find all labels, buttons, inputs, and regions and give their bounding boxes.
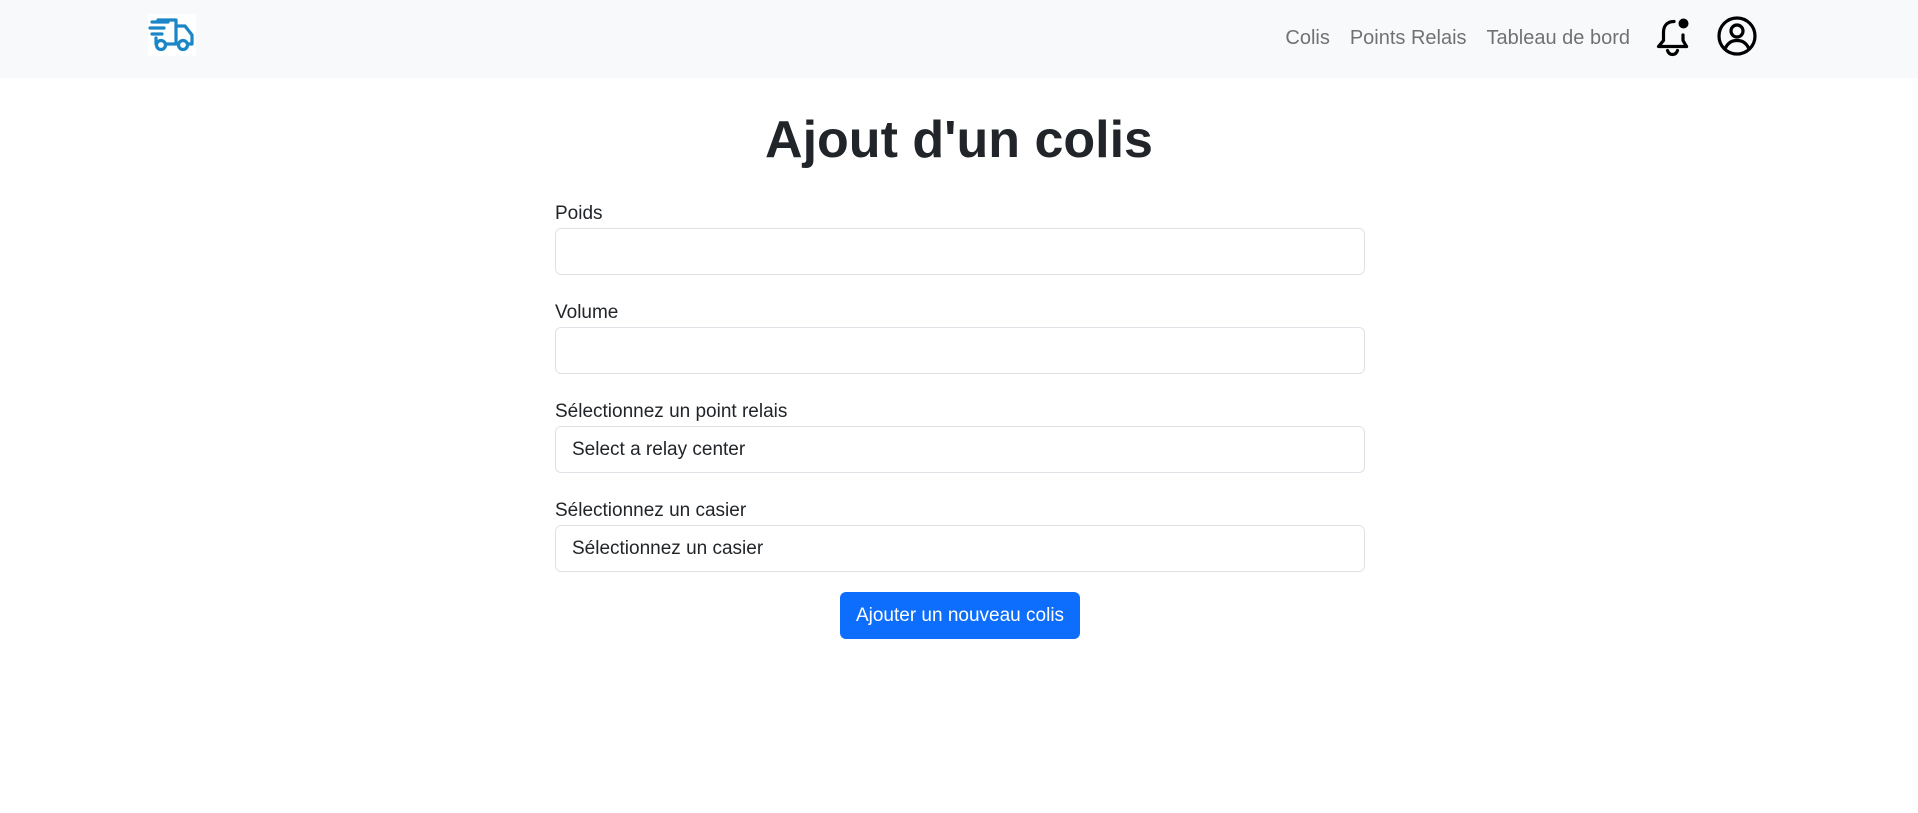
user-circle-icon: [1717, 16, 1757, 56]
volume-input[interactable]: [555, 327, 1365, 374]
delivery-truck-icon: [148, 14, 196, 56]
weight-field-group: Poids: [555, 200, 1365, 275]
notification-button[interactable]: [1654, 15, 1692, 57]
locker-field-group: Sélectionnez un casier Sélectionnez un c…: [555, 497, 1365, 572]
volume-label: Volume: [555, 302, 619, 323]
bell-notification-icon: [1656, 18, 1689, 57]
nav-link-tableau-de-bord[interactable]: Tableau de bord: [1487, 28, 1630, 48]
relay-label: Sélectionnez un point relais: [555, 401, 788, 422]
nav-links: Colis Points Relais Tableau de bord: [1285, 0, 1630, 75]
locker-label: Sélectionnez un casier: [555, 500, 747, 521]
volume-field-group: Volume: [555, 299, 1365, 374]
brand-logo[interactable]: [148, 14, 196, 56]
nav-link-colis[interactable]: Colis: [1285, 28, 1329, 48]
relay-select[interactable]: Select a relay center: [555, 426, 1365, 473]
weight-input[interactable]: [555, 228, 1365, 275]
add-parcel-form: Poids Volume Sélectionnez un point relai…: [555, 200, 1365, 639]
submit-wrap: Ajouter un nouveau colis: [555, 592, 1365, 639]
nav-link-points-relais[interactable]: Points Relais: [1350, 28, 1467, 48]
navbar: Colis Points Relais Tableau de bord: [0, 0, 1918, 78]
locker-select-value: Sélectionnez un casier: [572, 537, 764, 559]
relay-field-group: Sélectionnez un point relais Select a re…: [555, 398, 1365, 473]
relay-select-value: Select a relay center: [572, 438, 746, 460]
weight-label: Poids: [555, 203, 603, 224]
locker-select[interactable]: Sélectionnez un casier: [555, 525, 1365, 572]
add-parcel-button[interactable]: Ajouter un nouveau colis: [839, 592, 1081, 639]
page-title: Ajout d'un colis: [765, 111, 1153, 169]
profile-button[interactable]: [1716, 15, 1758, 57]
